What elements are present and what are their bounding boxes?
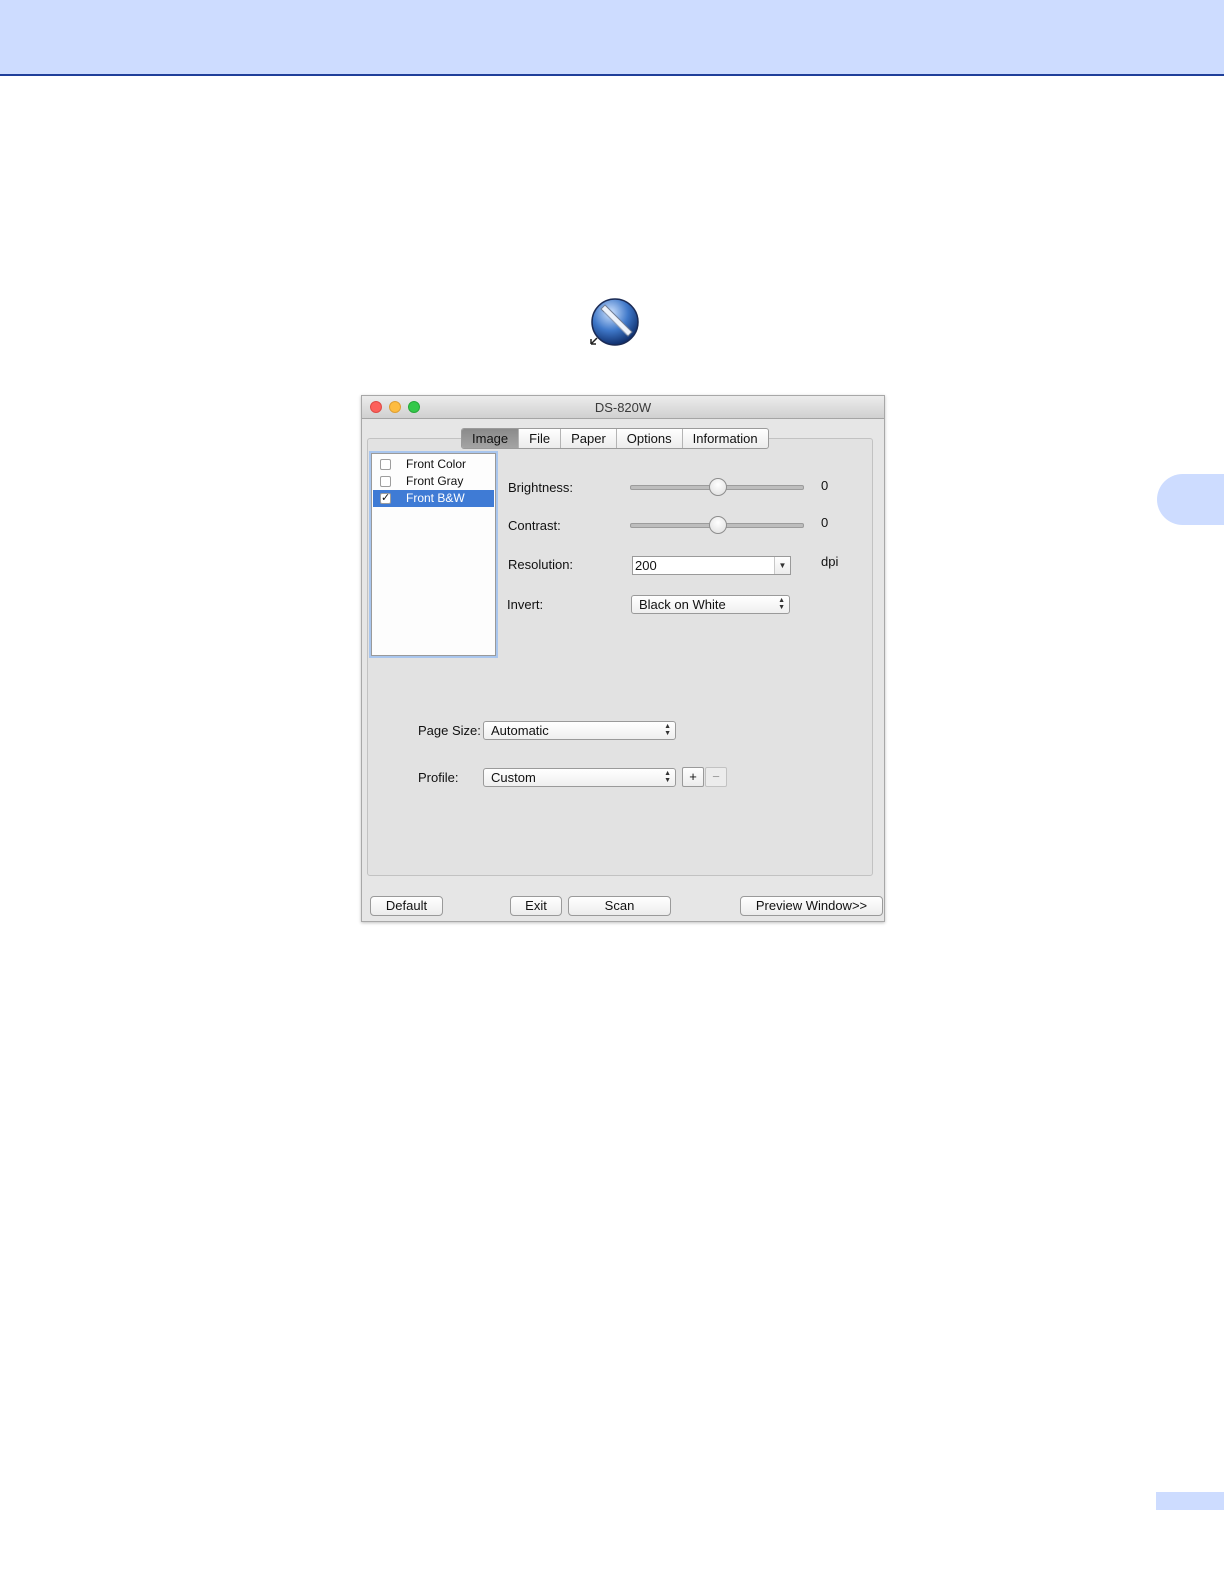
front-bw-checkbox[interactable]: ✓ [380, 493, 391, 504]
page-number-tab [1156, 1492, 1224, 1510]
front-bw-label: Front B&W [406, 491, 465, 505]
page-header-band [0, 0, 1224, 76]
resolution-value: 200 [635, 558, 657, 573]
updown-arrows-icon: ▲ ▼ [664, 770, 671, 784]
invert-label: Invert: [507, 597, 544, 612]
front-color-label: Front Color [406, 457, 467, 471]
contrast-label: Contrast: [508, 518, 561, 533]
resolution-combo[interactable]: 200 ▼ [632, 556, 791, 575]
tab-image[interactable]: Image [462, 429, 520, 448]
contrast-slider-thumb[interactable] [709, 516, 727, 534]
page-size-select[interactable]: Automatic ▲ ▼ [483, 721, 676, 740]
scan-mode-list: Front Color Front Gray ✓ Front B&W [371, 453, 496, 656]
invert-select[interactable]: Black on White ▲ ▼ [631, 595, 790, 614]
scan-button[interactable]: Scan [568, 896, 671, 916]
front-gray-label: Front Gray [406, 474, 464, 488]
contrast-slider[interactable] [630, 515, 804, 535]
page-size-value: Automatic [491, 723, 549, 738]
scanner-settings-window: DS-820W Image File Paper Options Informa… [361, 395, 885, 922]
tab-options[interactable]: Options [617, 429, 683, 448]
page-size-label: Page Size: [418, 723, 481, 738]
exit-button[interactable]: Exit [510, 896, 562, 916]
resolution-dropdown-arrow-icon[interactable]: ▼ [774, 557, 790, 574]
front-color-checkbox[interactable] [380, 459, 391, 470]
brightness-slider[interactable] [630, 477, 804, 497]
preview-window-button[interactable]: Preview Window>> [740, 896, 883, 916]
profile-select[interactable]: Custom ▲ ▼ [483, 768, 676, 787]
tab-file[interactable]: File [519, 429, 562, 448]
front-gray-checkbox[interactable] [380, 476, 391, 487]
profile-label: Profile: [418, 770, 459, 785]
default-button[interactable]: Default [370, 896, 443, 916]
invert-value: Black on White [639, 597, 726, 612]
chapter-side-tab [1157, 474, 1224, 525]
scanner-app-icon [590, 298, 639, 346]
window-titlebar[interactable]: DS-820W [362, 396, 884, 419]
list-item-front-color[interactable]: Front Color [373, 456, 494, 473]
tab-paper[interactable]: Paper [561, 429, 617, 448]
list-item-front-bw[interactable]: ✓ Front B&W [373, 490, 494, 507]
tab-information[interactable]: Information [683, 429, 768, 448]
brightness-value: 0 [821, 478, 829, 493]
window-title: DS-820W [594, 400, 652, 415]
settings-tabs: Image File Paper Options Information [461, 428, 769, 449]
profile-value: Custom [491, 770, 536, 785]
resolution-unit: dpi [821, 554, 839, 569]
remove-profile-button[interactable]: − [705, 767, 727, 787]
contrast-value: 0 [821, 515, 829, 530]
resolution-label: Resolution: [508, 557, 574, 572]
add-profile-button[interactable]: + [682, 767, 704, 787]
brightness-label: Brightness: [508, 480, 574, 495]
brightness-slider-thumb[interactable] [709, 478, 727, 496]
list-item-front-gray[interactable]: Front Gray [373, 473, 494, 490]
updown-arrows-icon: ▲ ▼ [664, 723, 671, 737]
updown-arrows-icon: ▲ ▼ [778, 597, 785, 611]
